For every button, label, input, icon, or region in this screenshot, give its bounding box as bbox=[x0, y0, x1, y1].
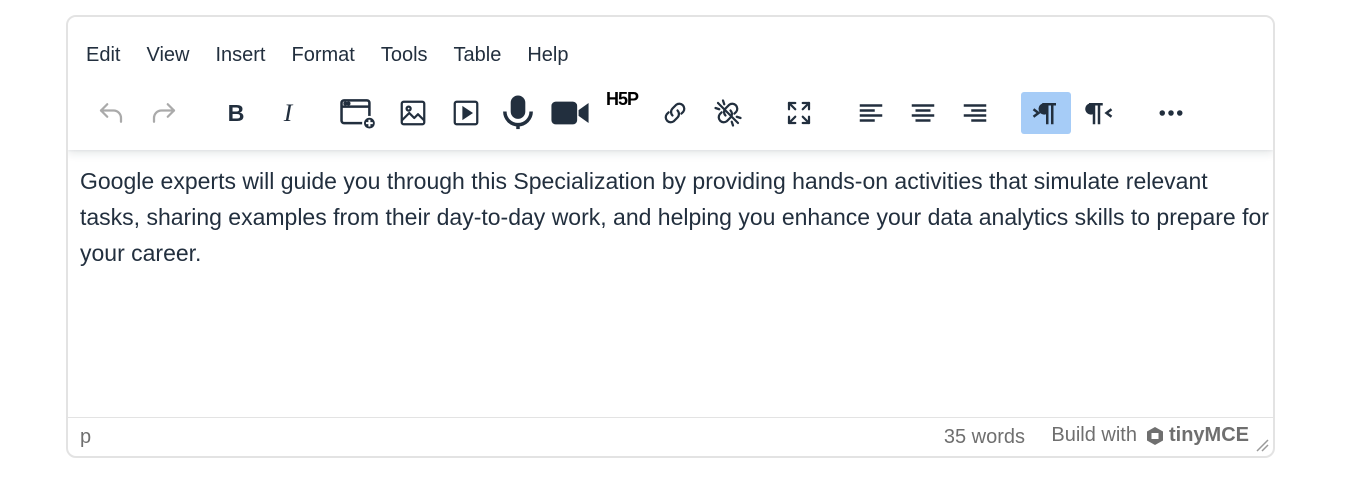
more-icon bbox=[1159, 110, 1183, 116]
align-center-icon bbox=[911, 104, 935, 122]
content-paragraph[interactable]: Google experts will guide you through th… bbox=[80, 163, 1270, 271]
align-left-button[interactable] bbox=[846, 92, 896, 134]
unlink-icon bbox=[714, 99, 742, 127]
menu-edit[interactable]: Edit bbox=[86, 37, 120, 73]
redo-button[interactable] bbox=[139, 92, 189, 134]
insert-embed-button[interactable] bbox=[333, 92, 383, 134]
statusbar: p 35 words Build with tinyMCE bbox=[68, 417, 1273, 456]
play-icon bbox=[453, 100, 479, 126]
menubar: Edit View Insert Format Tools Table Help bbox=[86, 37, 595, 73]
menu-help[interactable]: Help bbox=[527, 37, 568, 73]
undo-button[interactable] bbox=[86, 92, 136, 134]
word-count[interactable]: 35 words bbox=[944, 426, 1025, 449]
h5p-button[interactable]: H5P bbox=[597, 87, 647, 127]
italic-icon: I bbox=[283, 99, 294, 127]
italic-button[interactable]: I bbox=[263, 92, 313, 134]
align-left-icon bbox=[859, 104, 883, 122]
redo-icon bbox=[152, 103, 176, 123]
svg-text:I: I bbox=[283, 99, 294, 127]
branding-link[interactable]: Build with tinyMCE bbox=[1051, 424, 1249, 447]
record-audio-button[interactable] bbox=[493, 92, 543, 134]
editor-content-area[interactable]: Google experts will guide you through th… bbox=[80, 163, 1270, 271]
tinymce-logo-icon bbox=[1147, 426, 1163, 445]
svg-text:B: B bbox=[228, 100, 245, 126]
rich-text-editor: Edit View Insert Format Tools Table Help bbox=[66, 15, 1275, 458]
menu-table[interactable]: Table bbox=[454, 37, 502, 73]
bold-icon: B bbox=[228, 100, 245, 126]
align-right-button[interactable] bbox=[950, 92, 1000, 134]
image-icon bbox=[400, 100, 426, 126]
unlink-button[interactable] bbox=[703, 92, 753, 134]
branding-name: tinyMCE bbox=[1169, 424, 1249, 446]
ltr-icon bbox=[1032, 103, 1056, 125]
bold-button[interactable]: B bbox=[211, 92, 261, 134]
fullscreen-icon bbox=[787, 101, 811, 125]
record-video-button[interactable] bbox=[545, 92, 595, 134]
link-button[interactable] bbox=[650, 92, 700, 134]
rtl-icon bbox=[1085, 103, 1113, 125]
rtl-button[interactable] bbox=[1074, 92, 1124, 134]
element-path[interactable]: p bbox=[80, 426, 91, 449]
align-right-icon bbox=[963, 104, 987, 122]
fullscreen-button[interactable] bbox=[774, 92, 824, 134]
video-camera-icon bbox=[551, 101, 589, 125]
menu-tools[interactable]: Tools bbox=[381, 37, 428, 73]
menu-view[interactable]: View bbox=[146, 37, 189, 73]
editor-header: Edit View Insert Format Tools Table Help bbox=[68, 17, 1273, 150]
more-button[interactable] bbox=[1146, 92, 1196, 134]
h5p-icon: H5P bbox=[605, 89, 639, 109]
branding-text: Build with bbox=[1051, 424, 1137, 446]
ltr-button[interactable] bbox=[1021, 92, 1071, 134]
menu-insert[interactable]: Insert bbox=[215, 37, 265, 73]
menu-format[interactable]: Format bbox=[292, 37, 355, 73]
resize-handle-icon[interactable] bbox=[1255, 438, 1269, 452]
toolbar: B I H5P bbox=[68, 89, 1273, 139]
microphone-icon bbox=[503, 95, 533, 130]
insert-media-button[interactable] bbox=[441, 92, 491, 134]
embed-add-icon bbox=[340, 99, 377, 130]
align-center-button[interactable] bbox=[898, 92, 948, 134]
insert-image-button[interactable] bbox=[388, 92, 438, 134]
undo-icon bbox=[99, 103, 123, 123]
link-icon bbox=[664, 102, 686, 124]
